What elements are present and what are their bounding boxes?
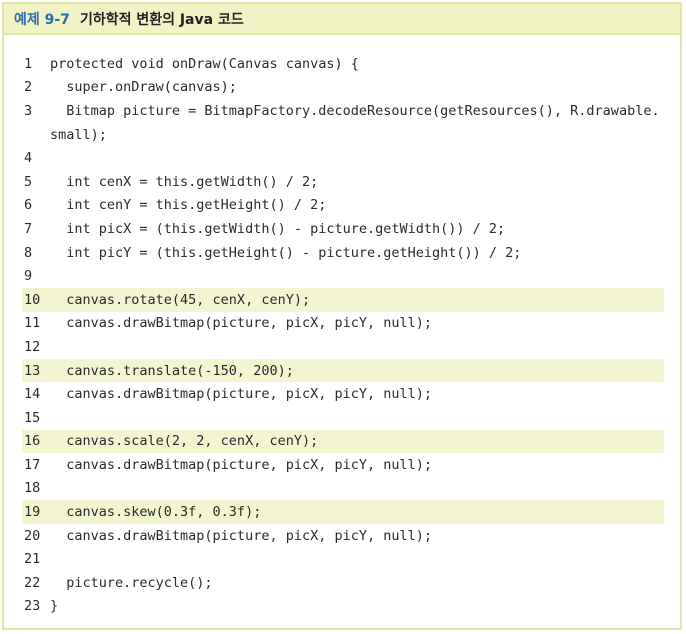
line-text: canvas.drawBitmap(picture, picX, picY, n… — [50, 527, 433, 544]
line-text: canvas.rotate(45, cenX, cenY); — [50, 291, 311, 308]
code-line: 7 int picX = (this.getWidth() - picture.… — [22, 217, 664, 241]
line-text: canvas.drawBitmap(picture, picX, picY, n… — [50, 456, 433, 473]
line-text: canvas.drawBitmap(picture, picX, picY, n… — [50, 315, 433, 332]
code-line: 20 canvas.drawBitmap(picture, picX, picY… — [22, 524, 664, 548]
line-number: 5 — [24, 173, 33, 190]
code-line-highlighted: 10 canvas.rotate(45, cenX, cenY); — [22, 287, 664, 312]
line-text: int cenX = this.getWidth() / 2; — [50, 173, 319, 190]
code-line-highlighted: 16 canvas.scale(2, 2, cenX, cenY); — [22, 429, 664, 454]
code-line: 18 — [22, 477, 664, 501]
line-number: 16 — [24, 433, 41, 450]
line-number: 11 — [24, 315, 41, 332]
line-number: 17 — [24, 456, 41, 473]
code-line: 14 canvas.drawBitmap(picture, picX, picY… — [22, 382, 664, 406]
line-number: 1 — [24, 55, 33, 72]
line-text: int picY = (this.getHeight() - picture.g… — [50, 244, 522, 261]
line-number: 7 — [24, 220, 33, 237]
line-number: 20 — [24, 527, 41, 544]
line-number: 9 — [24, 268, 33, 285]
code-line-highlighted: 13 canvas.translate(-150, 200); — [22, 358, 664, 383]
line-number: 6 — [24, 197, 33, 214]
code-listing: 1 protected void onDraw(Canvas canvas) { 2… — [22, 52, 664, 618]
line-text: canvas.scale(2, 2, cenX, cenY); — [50, 433, 319, 450]
line-number: 2 — [24, 79, 33, 96]
line-text: Bitmap picture = BitmapFactory.decodeRes… — [50, 102, 660, 119]
line-number: 23 — [24, 598, 41, 615]
code-line: 6 int cenY = this.getHeight() / 2; — [22, 194, 664, 218]
example-title: 기하학적 변환의 Java 코드 — [79, 11, 244, 28]
line-text: super.onDraw(canvas); — [50, 79, 237, 96]
line-number: 8 — [24, 244, 33, 261]
code-line: 17 canvas.drawBitmap(picture, picX, picY… — [22, 453, 664, 477]
line-number: 14 — [24, 386, 41, 403]
line-number: 12 — [24, 338, 41, 355]
line-text: int cenY = this.getHeight() / 2; — [50, 197, 327, 214]
code-line: 1 protected void onDraw(Canvas canvas) { — [22, 52, 664, 76]
line-text: protected void onDraw(Canvas canvas) { — [50, 55, 359, 72]
code-line: 3 Bitmap picture = BitmapFactory.decodeR… — [22, 99, 664, 123]
code-line: small); — [22, 123, 664, 147]
code-line: 15 — [22, 406, 664, 430]
line-text: int picX = (this.getWidth() - picture.ge… — [50, 220, 506, 237]
code-line: 5 int cenX = this.getWidth() / 2; — [22, 170, 664, 194]
code-line: 12 — [22, 335, 664, 359]
line-number: 21 — [24, 551, 41, 568]
code-line: 11 canvas.drawBitmap(picture, picX, picY… — [22, 312, 664, 336]
line-number: 3 — [24, 102, 33, 119]
code-line: 2 super.onDraw(canvas); — [22, 76, 664, 100]
line-number: 10 — [24, 291, 41, 308]
code-example-box: 예제 9-7 기하학적 변환의 Java 코드 1 protected void … — [2, 2, 682, 630]
line-text: canvas.drawBitmap(picture, picX, picY, n… — [50, 386, 433, 403]
code-line: 21 — [22, 547, 664, 571]
line-text: small); — [50, 126, 107, 143]
line-text: picture.recycle(); — [50, 574, 213, 591]
line-number: 19 — [24, 504, 41, 521]
example-number: 예제 9-7 — [14, 11, 70, 28]
code-line: 9 — [22, 264, 664, 288]
line-number: 22 — [24, 574, 41, 591]
example-header: 예제 9-7 기하학적 변환의 Java 코드 — [4, 4, 680, 35]
code-line: 23} — [22, 595, 664, 619]
code-line: 8 int picY = (this.getHeight() - picture… — [22, 241, 664, 265]
line-text: canvas.skew(0.3f, 0.3f); — [50, 504, 262, 521]
line-number: 4 — [24, 150, 33, 167]
line-number: 13 — [24, 362, 41, 379]
line-number: 18 — [24, 480, 41, 497]
line-number: 15 — [24, 409, 41, 426]
code-line-highlighted: 19 canvas.skew(0.3f, 0.3f); — [22, 500, 664, 524]
code-line: 22 picture.recycle(); — [22, 571, 664, 595]
line-text: } — [50, 598, 59, 615]
line-text: canvas.translate(-150, 200); — [50, 362, 294, 379]
code-line: 4 — [22, 146, 664, 170]
